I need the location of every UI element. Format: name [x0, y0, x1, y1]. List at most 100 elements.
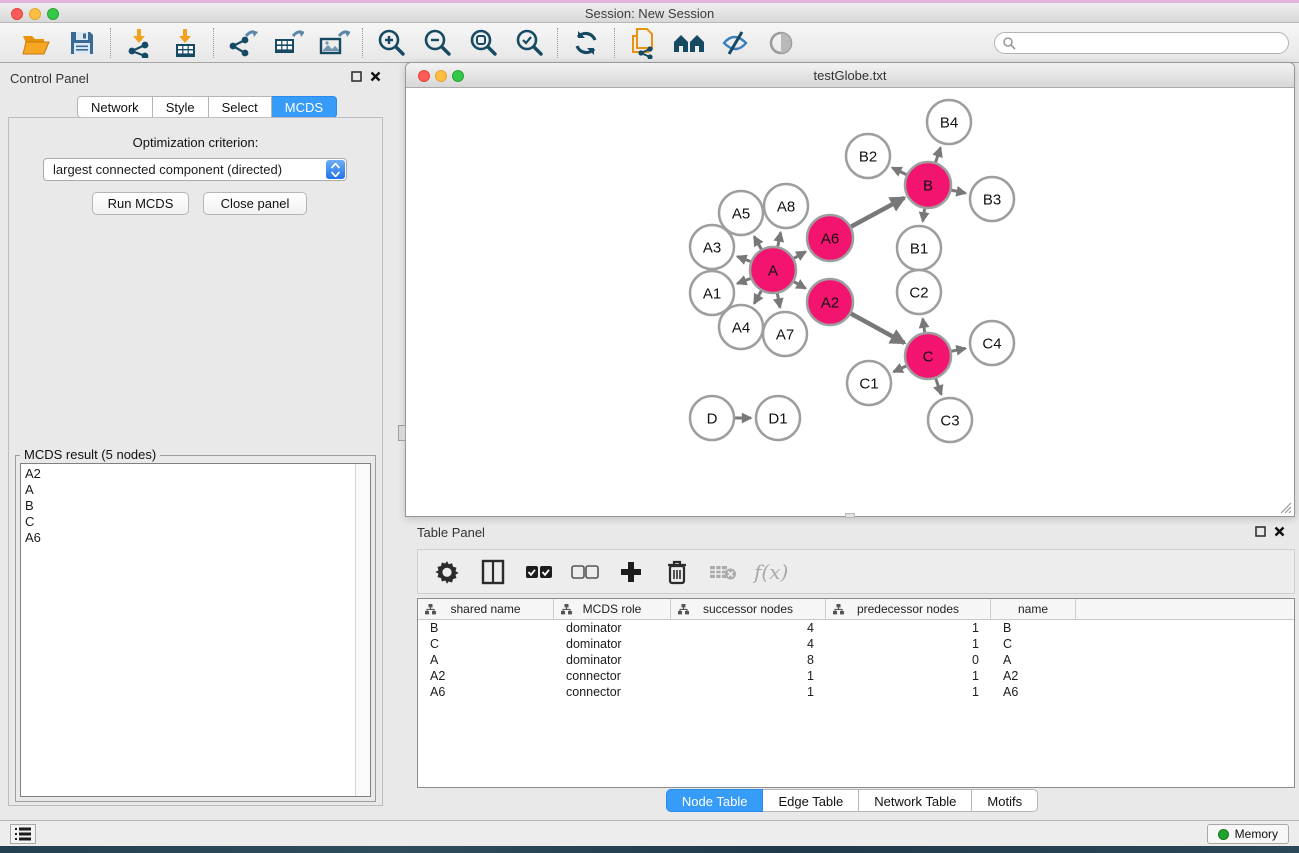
save-session-icon[interactable]	[64, 27, 100, 59]
zoom-in-icon[interactable]	[373, 27, 409, 59]
network-hscroll-nub[interactable]	[845, 513, 855, 518]
table-cell[interactable]: 1	[826, 636, 991, 652]
table-cell[interactable]: dominator	[554, 636, 671, 652]
first-neighbors-icon[interactable]	[671, 27, 707, 59]
table-cell[interactable]: 1	[826, 668, 991, 684]
edge-A-A7[interactable]	[777, 294, 780, 308]
table-cell[interactable]: C	[991, 636, 1076, 652]
panel-split-handle[interactable]	[398, 425, 406, 441]
export-table-icon[interactable]	[270, 27, 306, 59]
edge-B-B1[interactable]	[923, 209, 925, 222]
settings-gear-icon[interactable]	[432, 557, 462, 587]
edge-A-A5[interactable]	[754, 237, 761, 250]
table-cell[interactable]: 8	[671, 652, 826, 668]
table-cell[interactable]: 1	[826, 684, 991, 700]
window-resize-grip[interactable]	[1278, 500, 1292, 514]
column-header-name[interactable]: name	[991, 599, 1076, 619]
show-hidden-eye-icon[interactable]	[763, 27, 799, 59]
close-panel-icon[interactable]	[370, 71, 381, 82]
edge-C-C1[interactable]	[894, 366, 907, 372]
open-file-icon[interactable]	[18, 27, 54, 59]
float-panel-icon[interactable]	[351, 71, 362, 82]
table-cell[interactable]: dominator	[554, 620, 671, 636]
table-cell[interactable]: B	[991, 620, 1076, 636]
tab-node-table[interactable]: Node Table	[666, 789, 764, 812]
export-image-icon[interactable]	[316, 27, 352, 59]
table-cell[interactable]: A	[991, 652, 1076, 668]
edge-C-C4[interactable]	[952, 348, 966, 351]
edge-A-A1[interactable]	[737, 279, 750, 284]
network-window-titlebar[interactable]: testGlobe.txt	[406, 63, 1294, 88]
edge-A-A4[interactable]	[754, 291, 761, 304]
tab-motifs[interactable]: Motifs	[972, 789, 1038, 812]
mcds-result-item[interactable]: A	[21, 482, 355, 498]
table-cell[interactable]: C	[418, 636, 554, 652]
zoom-out-icon[interactable]	[419, 27, 455, 59]
tab-select[interactable]: Select	[209, 96, 272, 118]
mcds-result-item[interactable]: A6	[21, 530, 355, 546]
edge-A-A8[interactable]	[778, 233, 781, 247]
zoom-fit-icon[interactable]	[465, 27, 501, 59]
table-cell[interactable]: A6	[991, 684, 1076, 700]
table-cell[interactable]: dominator	[554, 652, 671, 668]
mcds-result-list[interactable]: A2ABCA6	[20, 463, 371, 797]
delete-column-icon[interactable]	[662, 557, 692, 587]
table-cell[interactable]: A2	[991, 668, 1076, 684]
deselect-all-checkboxes-icon[interactable]	[570, 557, 600, 587]
mcds-result-item[interactable]: A2	[21, 466, 355, 482]
column-header-shared-name[interactable]: shared name	[418, 599, 554, 619]
edge-A-A3[interactable]	[737, 257, 750, 262]
import-network-icon[interactable]	[121, 27, 157, 59]
select-all-checkboxes-icon[interactable]	[524, 557, 554, 587]
list-scrollbar[interactable]	[355, 464, 370, 796]
zoom-selected-icon[interactable]	[511, 27, 547, 59]
edge-A-A2[interactable]	[794, 282, 806, 289]
close-panel-button[interactable]: Close panel	[203, 192, 307, 215]
edge-A2-C[interactable]	[851, 314, 904, 343]
delete-table-icon[interactable]	[708, 557, 738, 587]
float-table-panel-icon[interactable]	[1255, 526, 1266, 537]
table-cell[interactable]: 1	[671, 668, 826, 684]
show-column-icon[interactable]	[478, 557, 508, 587]
table-cell[interactable]: 0	[826, 652, 991, 668]
export-network-icon[interactable]	[224, 27, 260, 59]
import-table-icon[interactable]	[167, 27, 203, 59]
table-cell[interactable]: A2	[418, 668, 554, 684]
table-cell[interactable]: 1	[671, 684, 826, 700]
edge-C-C3[interactable]	[936, 379, 941, 395]
hide-selected-icon[interactable]	[717, 27, 753, 59]
run-mcds-button[interactable]: Run MCDS	[92, 192, 189, 215]
table-cell[interactable]: 4	[671, 620, 826, 636]
task-history-button[interactable]	[10, 824, 36, 844]
function-builder-icon[interactable]: f(x)	[754, 560, 788, 584]
table-row[interactable]: Adominator80A	[418, 652, 1294, 668]
new-network-from-selection-icon[interactable]	[625, 27, 661, 59]
tab-style[interactable]: Style	[153, 96, 209, 118]
criterion-select[interactable]: largest connected component (directed)	[43, 158, 347, 181]
column-header-predecessor-nodes[interactable]: predecessor nodes	[826, 599, 991, 619]
table-cell[interactable]: 1	[826, 620, 991, 636]
tab-mcds[interactable]: MCDS	[272, 96, 337, 118]
edge-A-A6[interactable]	[794, 252, 806, 259]
edge-C-C2[interactable]	[923, 319, 925, 333]
table-cell[interactable]: connector	[554, 684, 671, 700]
add-column-icon[interactable]	[616, 557, 646, 587]
table-row[interactable]: Bdominator41B	[418, 620, 1294, 636]
table-row[interactable]: Cdominator41C	[418, 636, 1294, 652]
tab-network[interactable]: Network	[77, 96, 153, 118]
edge-B-B2[interactable]	[892, 168, 906, 175]
mcds-result-item[interactable]: C	[21, 514, 355, 530]
tab-edge-table[interactable]: Edge Table	[763, 789, 859, 812]
column-header-MCDS-role[interactable]: MCDS role	[554, 599, 671, 619]
table-row[interactable]: A6connector11A6	[418, 684, 1294, 700]
table-cell[interactable]: connector	[554, 668, 671, 684]
tab-network-table[interactable]: Network Table	[859, 789, 972, 812]
edge-B-B3[interactable]	[951, 190, 965, 193]
search-input[interactable]	[994, 32, 1289, 54]
table-cell[interactable]: 4	[671, 636, 826, 652]
table-cell[interactable]: A	[418, 652, 554, 668]
table-cell[interactable]: A6	[418, 684, 554, 700]
mcds-result-item[interactable]: B	[21, 498, 355, 514]
edge-A6-B[interactable]	[851, 198, 904, 227]
network-canvas[interactable]: B4B2BB3A8A5A6A3B1AA1C2A2A4A7C4CC1DD1C3	[406, 88, 1294, 516]
